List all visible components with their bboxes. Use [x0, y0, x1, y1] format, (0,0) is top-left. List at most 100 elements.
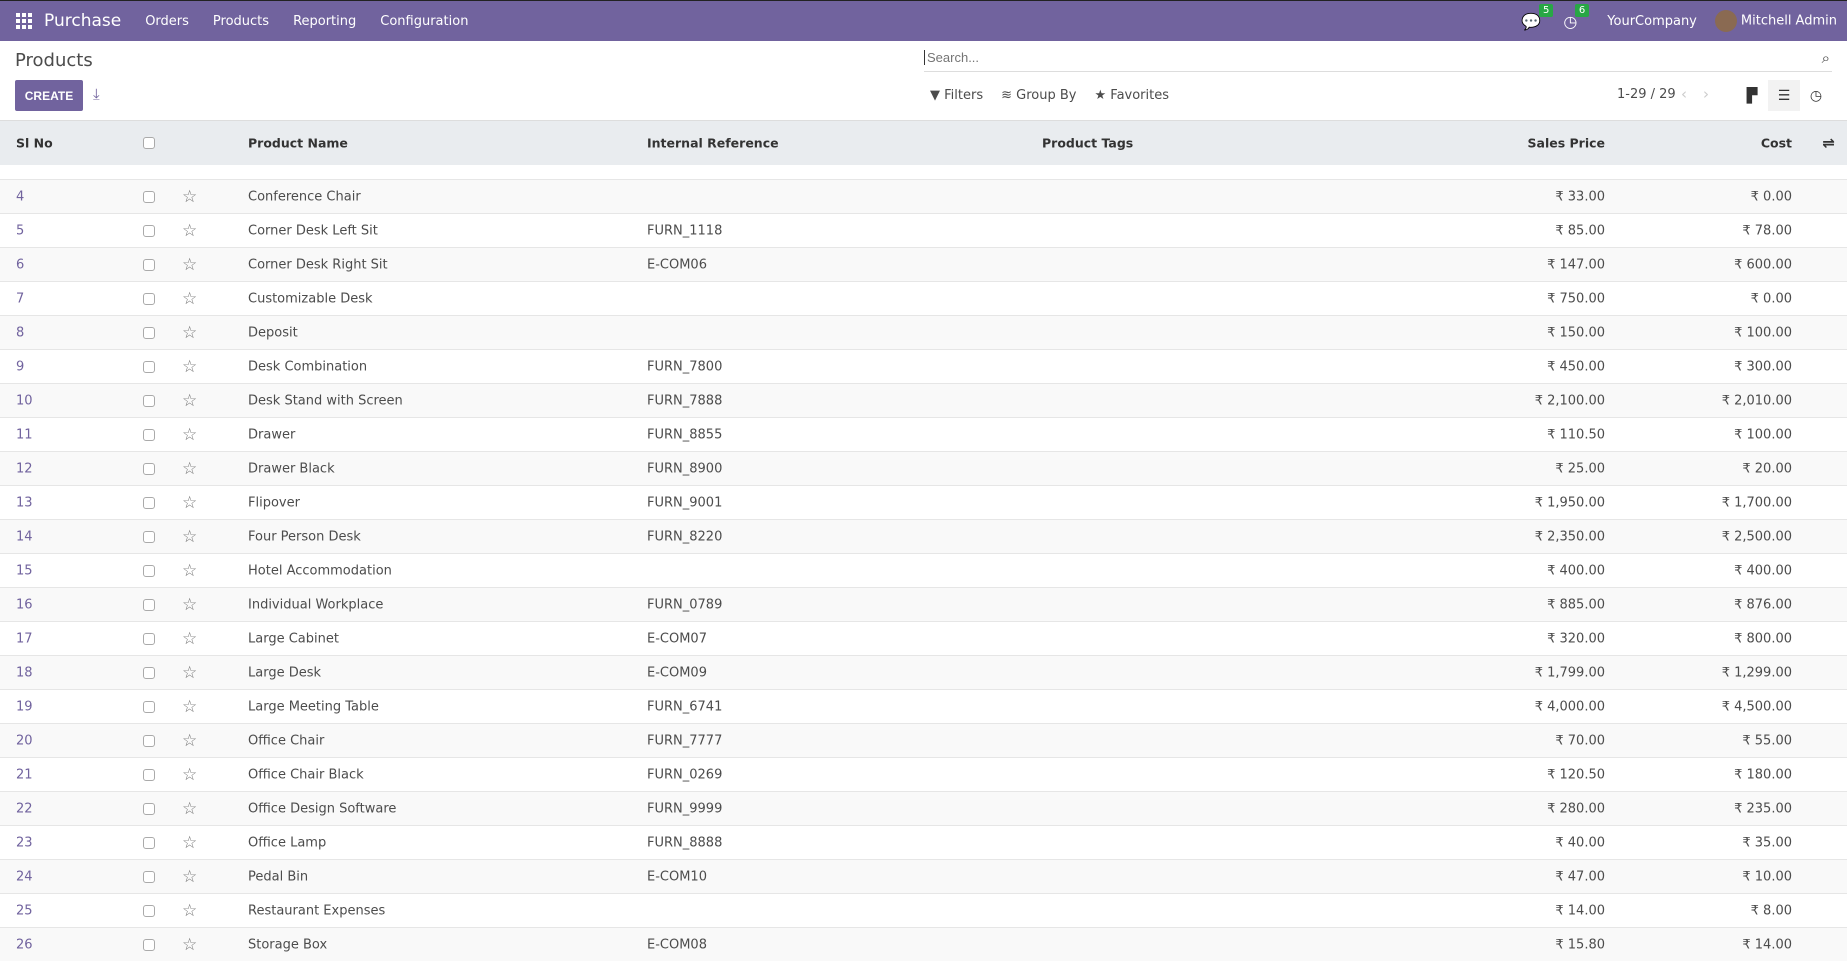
row-checkbox[interactable] — [143, 224, 155, 237]
product-name[interactable]: Restaurant Expenses — [248, 903, 385, 918]
table-row[interactable]: 12 ☆ Drawer Black FURN_8900 ₹ 25.00 ₹ 20… — [0, 451, 1847, 485]
row-checkbox[interactable] — [143, 292, 155, 305]
favorite-star-icon[interactable]: ☆ — [182, 459, 197, 479]
pager-next-icon[interactable]: › — [1703, 85, 1709, 103]
row-checkbox[interactable] — [143, 802, 155, 815]
product-name[interactable]: Drawer Black — [248, 461, 335, 476]
table-row[interactable]: 26 ☆ Storage Box E-COM08 ₹ 15.80 ₹ 14.00 — [0, 927, 1847, 961]
product-name[interactable]: Corner Desk Right Sit — [248, 257, 388, 272]
favorite-star-icon[interactable]: ☆ — [182, 765, 197, 785]
favorite-star-icon[interactable]: ☆ — [182, 595, 197, 615]
product-name[interactable]: Pedal Bin — [248, 869, 308, 884]
activities-icon[interactable]: ◷ 6 — [1563, 3, 1590, 31]
favorite-star-icon[interactable]: ☆ — [182, 289, 197, 309]
favorite-star-icon[interactable]: ☆ — [182, 221, 197, 241]
row-checkbox[interactable] — [143, 768, 155, 781]
product-name[interactable]: Deposit — [248, 325, 298, 340]
group-by-button[interactable]: ≋ Group By — [1001, 88, 1076, 103]
menu-configuration[interactable]: Configuration — [380, 14, 468, 29]
favorite-star-icon[interactable]: ☆ — [182, 731, 197, 751]
table-row[interactable]: 13 ☆ Flipover FURN_9001 ₹ 1,950.00 ₹ 1,7… — [0, 485, 1847, 519]
favorite-star-icon[interactable]: ☆ — [182, 697, 197, 717]
menu-orders[interactable]: Orders — [145, 14, 189, 29]
product-name[interactable]: Drawer — [248, 427, 295, 442]
search-input[interactable] — [924, 50, 1822, 65]
row-checkbox[interactable] — [143, 428, 155, 441]
row-checkbox[interactable] — [143, 496, 155, 509]
row-checkbox[interactable] — [143, 462, 155, 475]
table-row[interactable]: 8 ☆ Deposit ₹ 150.00 ₹ 100.00 — [0, 315, 1847, 349]
kanban-view-icon[interactable]: ▛ — [1736, 80, 1768, 111]
favorite-star-icon[interactable]: ☆ — [182, 833, 197, 853]
company-switcher[interactable]: YourCompany — [1607, 14, 1697, 29]
menu-products[interactable]: Products — [213, 14, 269, 29]
favorite-star-icon[interactable]: ☆ — [182, 187, 197, 207]
row-checkbox[interactable] — [143, 734, 155, 747]
header-product-name[interactable]: Product Name — [248, 136, 348, 151]
favorites-button[interactable]: ★ Favorites — [1094, 88, 1169, 103]
header-product-tags[interactable]: Product Tags — [1042, 136, 1133, 151]
table-row[interactable]: 10 ☆ Desk Stand with Screen FURN_7888 ₹ … — [0, 383, 1847, 417]
product-name[interactable]: Large Cabinet — [248, 631, 339, 646]
activity-view-icon[interactable]: ◷ — [1800, 80, 1832, 111]
favorite-star-icon[interactable]: ☆ — [182, 799, 197, 819]
header-sl-no[interactable]: Sl No — [16, 136, 53, 151]
favorite-star-icon[interactable]: ☆ — [182, 561, 197, 581]
optional-columns-icon[interactable]: ⇌ — [1822, 134, 1835, 152]
pager-prev-icon[interactable]: ‹ — [1681, 85, 1687, 103]
table-row[interactable]: 24 ☆ Pedal Bin E-COM10 ₹ 47.00 ₹ 10.00 — [0, 859, 1847, 893]
table-row[interactable]: 23 ☆ Office Lamp FURN_8888 ₹ 40.00 ₹ 35.… — [0, 825, 1847, 859]
favorite-star-icon[interactable]: ☆ — [182, 357, 197, 377]
row-checkbox[interactable] — [143, 870, 155, 883]
create-button[interactable]: CREATE — [15, 80, 83, 111]
favorite-star-icon[interactable]: ☆ — [182, 323, 197, 343]
table-row[interactable]: 19 ☆ Large Meeting Table FURN_6741 ₹ 4,0… — [0, 689, 1847, 723]
table-row[interactable]: 15 ☆ Hotel Accommodation ₹ 400.00 ₹ 400.… — [0, 553, 1847, 587]
row-checkbox[interactable] — [143, 326, 155, 339]
table-row[interactable]: 7 ☆ Customizable Desk ₹ 750.00 ₹ 0.00 — [0, 281, 1847, 315]
product-name[interactable]: Corner Desk Left Sit — [248, 223, 378, 238]
table-row[interactable]: 9 ☆ Desk Combination FURN_7800 ₹ 450.00 … — [0, 349, 1847, 383]
row-checkbox[interactable] — [143, 938, 155, 951]
favorite-star-icon[interactable]: ☆ — [182, 663, 197, 683]
menu-reporting[interactable]: Reporting — [293, 14, 356, 29]
product-name[interactable]: Conference Chair — [248, 189, 361, 204]
table-row[interactable]: 16 ☆ Individual Workplace FURN_0789 ₹ 88… — [0, 587, 1847, 621]
header-cost[interactable]: Cost — [1761, 136, 1792, 151]
messages-icon[interactable]: 💬 5 — [1521, 3, 1554, 31]
product-name[interactable]: Customizable Desk — [248, 291, 373, 306]
user-menu[interactable]: Mitchell Admin — [1714, 10, 1837, 32]
favorite-star-icon[interactable]: ☆ — [182, 901, 197, 921]
table-row[interactable]: 18 ☆ Large Desk E-COM09 ₹ 1,799.00 ₹ 1,2… — [0, 655, 1847, 689]
row-checkbox[interactable] — [143, 598, 155, 611]
download-icon[interactable]: ⤓ — [93, 85, 100, 103]
table-row[interactable]: 21 ☆ Office Chair Black FURN_0269 ₹ 120.… — [0, 757, 1847, 791]
favorite-star-icon[interactable]: ☆ — [182, 629, 197, 649]
table-row[interactable]: 20 ☆ Office Chair FURN_7777 ₹ 70.00 ₹ 55… — [0, 723, 1847, 757]
favorite-star-icon[interactable]: ☆ — [182, 391, 197, 411]
product-name[interactable]: Large Meeting Table — [248, 699, 379, 714]
table-row[interactable]: 22 ☆ Office Design Software FURN_9999 ₹ … — [0, 791, 1847, 825]
apps-menu-icon[interactable] — [16, 13, 32, 29]
row-checkbox[interactable] — [143, 530, 155, 543]
table-row[interactable]: 25 ☆ Restaurant Expenses ₹ 14.00 ₹ 8.00 — [0, 893, 1847, 927]
table-row[interactable]: 17 ☆ Large Cabinet E-COM07 ₹ 320.00 ₹ 80… — [0, 621, 1847, 655]
product-name[interactable]: Office Lamp — [248, 835, 326, 850]
product-name[interactable]: Storage Box — [248, 937, 327, 952]
product-name[interactable]: Office Chair Black — [248, 767, 364, 782]
favorite-star-icon[interactable]: ☆ — [182, 255, 197, 275]
header-internal-reference[interactable]: Internal Reference — [647, 136, 779, 151]
row-checkbox[interactable] — [143, 258, 155, 271]
table-row[interactable]: 14 ☆ Four Person Desk FURN_8220 ₹ 2,350.… — [0, 519, 1847, 553]
row-checkbox[interactable] — [143, 836, 155, 849]
favorite-star-icon[interactable]: ☆ — [182, 935, 197, 955]
product-name[interactable]: Flipover — [248, 495, 300, 510]
search-icon[interactable]: ⌕ — [1822, 49, 1830, 67]
row-checkbox[interactable] — [143, 700, 155, 713]
table-row[interactable]: 5 ☆ Corner Desk Left Sit FURN_1118 ₹ 85.… — [0, 213, 1847, 247]
favorite-star-icon[interactable]: ☆ — [182, 493, 197, 513]
product-name[interactable]: Office Chair — [248, 733, 324, 748]
favorite-star-icon[interactable]: ☆ — [182, 425, 197, 445]
table-row[interactable]: 11 ☆ Drawer FURN_8855 ₹ 110.50 ₹ 100.00 — [0, 417, 1847, 451]
header-sales-price[interactable]: Sales Price — [1528, 136, 1606, 151]
